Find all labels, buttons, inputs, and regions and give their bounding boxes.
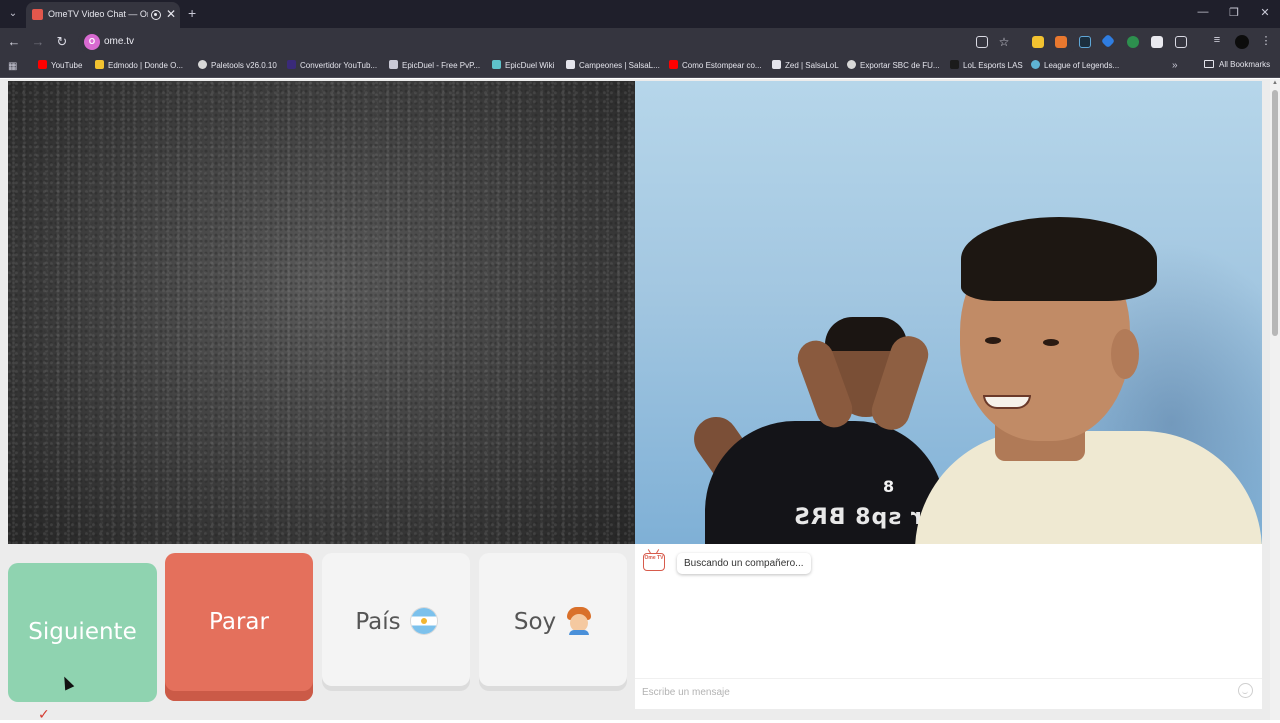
bookmark-exportar-sbc[interactable]: Exportar SBC de FU...	[847, 60, 940, 74]
recording-icon	[151, 10, 161, 20]
person-ear	[1111, 329, 1139, 379]
checkmark-icon: ✓	[38, 706, 50, 722]
bookmark-epicduel[interactable]: EpicDuel - Free PvP...	[389, 60, 480, 74]
extension-screen-icon[interactable]	[1079, 36, 1091, 48]
youtube-icon	[38, 60, 47, 69]
browser-toolbar: ← → ↻ O ome.tv ☆ ≡ ⋮	[0, 28, 1280, 56]
tab-search-icon[interactable]: ⌄	[4, 5, 22, 23]
bookmark-zed[interactable]: Zed | SalsaLoL	[772, 60, 839, 74]
all-bookmarks-button[interactable]: All Bookmarks	[1204, 60, 1270, 69]
gender-button[interactable]: Soy	[479, 553, 627, 691]
window-close-icon[interactable]: ✕	[1255, 6, 1275, 19]
edmodo-icon	[95, 60, 104, 69]
extension-stack-icon[interactable]	[1055, 36, 1067, 48]
address-bar[interactable]	[78, 31, 1078, 53]
minimize-icon[interactable]: —	[1193, 6, 1213, 18]
site-info-icon[interactable]: O	[84, 34, 100, 50]
extension-wallet-icon[interactable]	[1032, 36, 1044, 48]
message-input[interactable]	[642, 684, 1222, 700]
lol-esports-icon	[950, 60, 959, 69]
tab-title: OmeTV Video Chat — Ome	[48, 9, 148, 19]
extensions-puzzle-icon[interactable]	[1175, 36, 1187, 48]
youtube-icon	[669, 60, 678, 69]
bookmark-edmodo[interactable]: Edmodo | Donde O...	[95, 60, 183, 74]
stop-button[interactable]: Parar	[165, 553, 313, 701]
new-tab-button[interactable]: +	[188, 5, 196, 21]
league-icon	[1031, 60, 1040, 69]
extension-globe-icon[interactable]	[1127, 36, 1139, 48]
stop-label: Parar	[209, 609, 269, 635]
wiki-icon	[492, 60, 501, 69]
country-label: País	[355, 609, 401, 635]
globe-icon	[198, 60, 207, 69]
scrollbar-thumb[interactable]	[1272, 90, 1278, 336]
forward-icon[interactable]: →	[30, 34, 46, 49]
install-app-icon[interactable]	[976, 36, 988, 48]
emoji-icon[interactable]	[1238, 683, 1253, 698]
tab-close-icon[interactable]: ✕	[166, 7, 176, 21]
ometv-favicon-icon	[32, 9, 43, 20]
extension-qr-icon[interactable]	[1151, 36, 1163, 48]
reload-icon[interactable]: ↻	[54, 34, 70, 50]
bookmark-estompear[interactable]: Como Estompear co...	[669, 60, 762, 74]
bookmark-lol-esports[interactable]: LoL Esports LAS	[950, 60, 1023, 74]
url-text[interactable]: ome.tv	[104, 36, 134, 47]
shirt-number: 8	[883, 477, 895, 496]
link-icon	[389, 60, 398, 69]
salsalol-icon	[772, 60, 781, 69]
argentina-flag-icon	[410, 608, 437, 634]
bookmark-paletools[interactable]: Paletools v26.0.10	[198, 60, 277, 74]
ometv-logo-icon: Ome TV	[643, 553, 665, 571]
bookmarks-bar: ▦ YouTube Edmodo | Donde O... Paletools …	[0, 56, 1280, 78]
back-icon[interactable]: ←	[6, 34, 22, 49]
bookmark-campeones[interactable]: Campeones | SalsaL...	[566, 60, 660, 74]
bookmark-epicduel-wiki[interactable]: EpicDuel Wiki	[492, 60, 554, 74]
globe-icon	[847, 60, 856, 69]
next-label: Siguiente	[28, 619, 137, 645]
scroll-up-icon[interactable]: ▲	[1271, 80, 1279, 86]
country-button[interactable]: País	[322, 553, 470, 691]
person-eye-left	[985, 337, 1001, 344]
profile-avatar[interactable]	[1235, 35, 1249, 49]
more-bookmarks-icon[interactable]: »	[1172, 60, 1178, 71]
bookmark-league-of-legends[interactable]: League of Legends...	[1031, 60, 1119, 74]
folder-icon	[1204, 60, 1214, 68]
gender-label: Soy	[513, 609, 557, 635]
next-button[interactable]: Siguiente	[8, 563, 157, 702]
converter-icon	[287, 60, 296, 69]
person-eye-right	[1043, 339, 1059, 346]
extension-diamond-icon[interactable]	[1100, 33, 1116, 49]
browser-tab[interactable]: OmeTV Video Chat — Ome ✕	[26, 2, 180, 28]
media-control-icon[interactable]: ≡	[1209, 34, 1225, 46]
boy-avatar-icon	[566, 607, 592, 635]
bookmark-youtube[interactable]: YouTube	[38, 60, 82, 74]
self-camera-video: 8 Br sp8 BRS	[635, 81, 1262, 544]
person-hair-front	[961, 217, 1157, 301]
bookmark-star-icon[interactable]: ☆	[996, 35, 1012, 49]
status-message: Buscando un compañero...	[677, 553, 811, 574]
browser-tab-strip: ⌄ OmeTV Video Chat — Ome ✕ + — ❐ ✕	[0, 0, 1280, 28]
browser-menu-icon[interactable]: ⋮	[1258, 34, 1274, 47]
apps-grid-icon[interactable]: ▦	[8, 61, 19, 72]
restore-icon[interactable]: ❐	[1224, 6, 1244, 19]
person-smile	[983, 395, 1031, 409]
bookmark-convertidor[interactable]: Convertidor YouTub...	[287, 60, 377, 74]
partner-video-static	[8, 81, 635, 544]
salsalol-icon	[566, 60, 575, 69]
